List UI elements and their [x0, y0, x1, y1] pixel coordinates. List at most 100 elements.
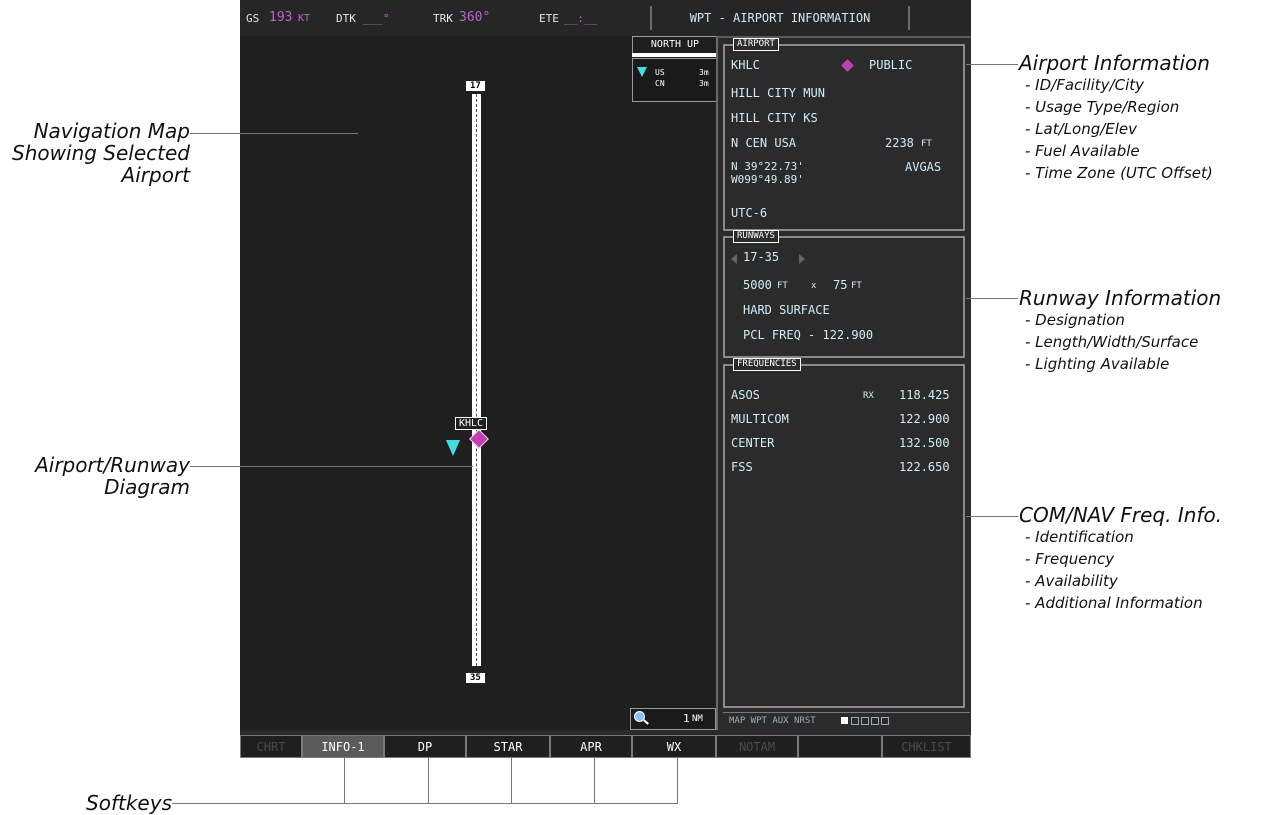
softkey-star[interactable]: STAR [466, 735, 550, 758]
runway-designation[interactable]: 17-35 [743, 250, 779, 264]
map-orientation[interactable]: NORTH UP [632, 36, 718, 54]
softkey-apr[interactable]: APR [550, 735, 632, 758]
runway-width: 75 [833, 278, 848, 292]
pane-divider [716, 36, 718, 730]
page-dot [861, 717, 869, 725]
runway-surface: HARD SURFACE [743, 303, 830, 317]
mfd-screen: GS 193 KT DTK ___° TRK 360° ETE __:__ WP… [240, 0, 971, 758]
map-legend: US 3m CN 3m [632, 58, 718, 102]
trk-label: TRK [433, 12, 453, 25]
callout-item: - Time Zone (UTC Offset) [1025, 164, 1213, 182]
runway-x: x [811, 281, 817, 291]
frequencies-panel-title: FREQUENCIES [733, 358, 801, 371]
navigation-map[interactable]: NORTH UP US 3m CN 3m 17 35 KHLC 1 NM [240, 36, 718, 730]
runway-next-icon[interactable] [799, 254, 805, 264]
runway-label-17: 17 [465, 80, 486, 92]
softkey-chklist[interactable]: CHKLIST [882, 735, 971, 758]
airport-elevation-unit: FT [921, 139, 932, 149]
freq-value: 122.900 [899, 412, 950, 426]
runway-prev-icon[interactable] [731, 254, 737, 264]
leader-line [172, 803, 678, 804]
freq-name[interactable]: MULTICOM [731, 412, 789, 426]
runway-length: 5000 [743, 278, 772, 292]
map-orientation-underline [632, 53, 716, 57]
callout-item: - Lat/Long/Elev [1025, 120, 1138, 138]
runway-lighting: PCL FREQ - 122.900 [743, 328, 874, 342]
page-dot [881, 717, 889, 725]
callout-item: - Length/Width/Surface [1025, 333, 1199, 351]
range-value: 1 [683, 712, 690, 725]
freq-name[interactable]: CENTER [731, 436, 774, 450]
gs-label: GS [246, 12, 260, 25]
freq-value: 122.650 [899, 460, 950, 474]
gs-unit: KT [298, 13, 311, 24]
leader-line [511, 758, 512, 803]
callout-navigation-map: Navigation Map Showing Selected Airport [12, 120, 190, 186]
leader-line [428, 758, 429, 803]
dtk-value: ___° [363, 12, 390, 25]
airport-elevation: 2238 [885, 136, 914, 150]
status-bar: GS 193 KT DTK ___° TRK 360° ETE __:__ WP… [240, 0, 971, 38]
softkey-notam[interactable]: NOTAM [716, 735, 798, 758]
softkey-bar: CHRT INFO-1 DP STAR APR WX NOTAM CHKLIST [240, 735, 971, 758]
softkey-info-1[interactable]: INFO-1 [302, 735, 384, 758]
magnifier-handle-icon [643, 719, 649, 725]
freq-value: 132.500 [899, 436, 950, 450]
leader-line [966, 516, 1018, 517]
frequencies-panel: FREQUENCIES ASOS RX 118.425 MULTICOM 122… [723, 358, 965, 708]
callout-softkeys: Softkeys [86, 791, 172, 815]
ete-value: __:__ [564, 12, 598, 25]
freq-name[interactable]: FSS [731, 460, 753, 474]
callout-item: - Identification [1025, 528, 1134, 546]
legend-label: US [655, 68, 665, 77]
callout-item: - Fuel Available [1025, 142, 1140, 160]
airport-facility: HILL CITY MUN [731, 86, 825, 100]
callout-item: - Additional Information [1025, 594, 1203, 612]
wind-icon [446, 440, 460, 456]
runways-panel: RUNWAYS 17-35 5000 FT x 75 FT HARD SURFA… [723, 230, 965, 358]
airport-city: HILL CITY KS [731, 111, 818, 125]
airport-map-label: KHLC [455, 417, 488, 430]
callout-item: - ID/Facility/City [1025, 76, 1144, 94]
page-dot [871, 717, 879, 725]
leader-line [190, 466, 473, 467]
softkey-dp[interactable]: DP [384, 735, 466, 758]
freq-value: 118.425 [899, 388, 950, 402]
gs-value: 193 [269, 10, 293, 25]
callout-line: Airport/Runway [35, 453, 190, 477]
callout-title: COM/NAV Freq. Info. [1019, 503, 1223, 527]
legend-label: CN [655, 79, 665, 88]
runway-label-35: 35 [465, 672, 486, 684]
airport-id[interactable]: KHLC [731, 58, 760, 72]
leader-line [966, 298, 1018, 299]
callout-line: Diagram [104, 475, 190, 499]
runway-width-unit: FT [851, 281, 862, 291]
legend-value: 3m [699, 68, 709, 77]
page-group-text: MAP WPT AUX NRST [729, 716, 816, 726]
callout-line: Navigation Map [33, 119, 190, 143]
trk-value: 360° [459, 10, 491, 25]
callout-title: Runway Information [1019, 286, 1222, 310]
softkey-wx[interactable]: WX [632, 735, 716, 758]
callout-item: - Designation [1025, 311, 1125, 329]
map-range[interactable]: 1 NM [630, 708, 716, 730]
airport-panel-title: AIRPORT [733, 38, 779, 51]
runways-panel-title: RUNWAYS [733, 230, 779, 243]
legend-value: 3m [699, 79, 709, 88]
callout-item: - Lighting Available [1025, 355, 1170, 373]
leader-line [966, 64, 1018, 65]
airport-longitude: W099°49.89' [731, 173, 804, 186]
leader-line [344, 758, 345, 803]
softkey-blank[interactable] [798, 735, 882, 758]
softkey-chrt[interactable]: CHRT [240, 735, 302, 758]
callout-item: - Availability [1025, 572, 1118, 590]
callout-line: Showing Selected [12, 141, 190, 165]
airport-panel: AIRPORT KHLC PUBLIC HILL CITY MUN HILL C… [723, 38, 965, 231]
ete-label: ETE [539, 12, 559, 25]
callout-runway-information: Runway Information - Designation - Lengt… [1019, 287, 1221, 375]
airport-usage: PUBLIC [869, 58, 913, 72]
airport-time-zone: UTC-6 [731, 206, 768, 220]
callout-airport-information: Airport Information - ID/Facility/City -… [1019, 52, 1213, 184]
freq-name[interactable]: ASOS [731, 388, 760, 402]
callout-line: Airport [121, 163, 190, 187]
